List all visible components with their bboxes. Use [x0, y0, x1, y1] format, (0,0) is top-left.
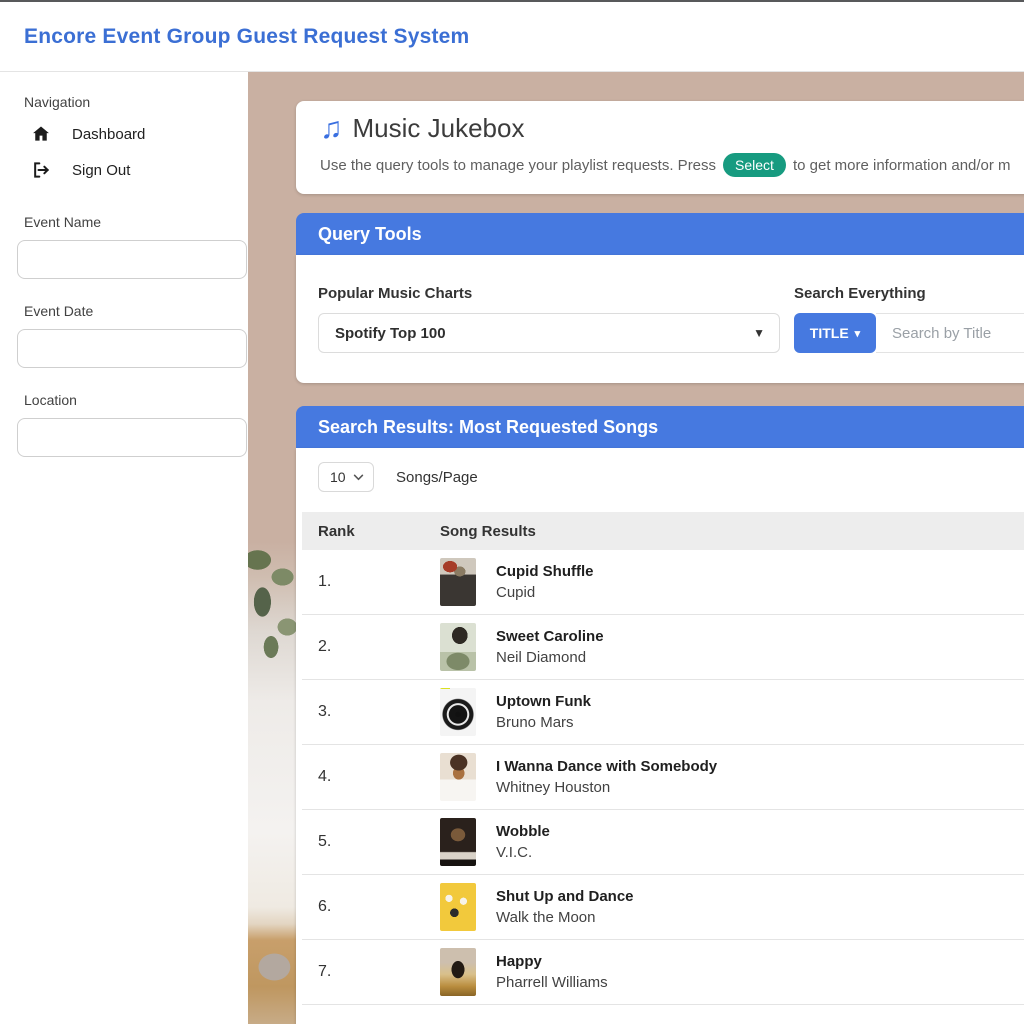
table-row[interactable]: 2. Sweet Caroline Neil Diamond [302, 615, 1024, 680]
song-title: Cupid Shuffle [496, 563, 594, 580]
app-header: Encore Event Group Guest Request System [0, 2, 1024, 72]
sidebar-item-dashboard[interactable]: Dashboard [0, 116, 248, 152]
search-results-section: Search Results: Most Requested Songs 10 … [296, 406, 1024, 1024]
main-content: ♫ Music Jukebox Use the query tools to m… [296, 72, 1024, 1024]
album-art [440, 558, 476, 606]
search-group: TITLE ▾ [794, 313, 1024, 353]
album-art [440, 818, 476, 866]
event-name-field[interactable] [17, 240, 247, 279]
page-size-suffix: Songs/Page [396, 469, 478, 486]
song-rank: 5. [302, 833, 440, 851]
song-title: Sweet Caroline [496, 628, 604, 645]
table-row[interactable]: 5. Wobble V.I.C. [302, 810, 1024, 875]
album-art [440, 623, 476, 671]
song-artist: Cupid [496, 584, 594, 601]
song-artist: Pharrell Williams [496, 974, 608, 991]
query-tools-body: Popular Music Charts Spotify Top 100 ▼ S… [296, 255, 1024, 383]
event-name-label: Event Name [24, 214, 248, 230]
song-title: Happy [496, 953, 608, 970]
location-label: Location [24, 392, 248, 408]
query-tools-header-label: Query Tools [318, 224, 422, 245]
album-art [440, 688, 476, 736]
table-row[interactable]: 6. Shut Up and Dance Walk the Moon [302, 875, 1024, 940]
song-artist: Walk the Moon [496, 909, 634, 926]
song-title: I Wanna Dance with Somebody [496, 758, 717, 775]
sidebar-item-sign-out[interactable]: Sign Out [0, 152, 248, 188]
caret-down-icon: ▾ [855, 327, 861, 340]
search-results-header: Search Results: Most Requested Songs [296, 406, 1024, 448]
page-size-select[interactable]: 10 [318, 462, 374, 492]
rank-column-header: Rank [302, 523, 440, 540]
page-title: Encore Event Group Guest Request System [24, 25, 469, 49]
songs-table-header: Rank Song Results [302, 512, 1024, 550]
table-row[interactable]: 1. Cupid Shuffle Cupid [302, 550, 1024, 615]
search-field-selector-button[interactable]: TITLE ▾ [794, 313, 876, 353]
song-rank: 7. [302, 963, 440, 981]
chevron-down-icon [353, 474, 364, 481]
table-row[interactable]: 7. Happy Pharrell Williams [302, 940, 1024, 1005]
search-field-selector-label: TITLE [810, 325, 849, 341]
search-results-body: 10 Songs/Page Rank Song Results 1. Cupid… [296, 448, 1024, 1024]
table-row[interactable]: 4. I Wanna Dance with Somebody Whitney H… [302, 745, 1024, 810]
song-artist: Neil Diamond [496, 649, 604, 666]
song-title: Shut Up and Dance [496, 888, 634, 905]
songs-table-rows: 1. Cupid Shuffle Cupid 2. Sweet Caroline… [302, 550, 1024, 1005]
jukebox-description: Use the query tools to manage your playl… [320, 153, 1024, 177]
sidebar-item-label: Dashboard [72, 126, 145, 143]
search-input[interactable] [876, 313, 1024, 353]
song-results-column-header: Song Results [440, 523, 536, 540]
navigation-heading: Navigation [24, 94, 248, 110]
caret-down-icon: ▼ [753, 326, 765, 340]
song-title: Wobble [496, 823, 550, 840]
song-artist: V.I.C. [496, 844, 550, 861]
page-size-value: 10 [330, 469, 346, 485]
query-tools-section: Query Tools Popular Music Charts Spotify… [296, 213, 1024, 383]
jukebox-description-after: to get more information and/or m [793, 157, 1011, 174]
album-art [440, 948, 476, 996]
event-date-label: Event Date [24, 303, 248, 319]
music-note-icon: ♫ [320, 114, 343, 144]
jukebox-card: ♫ Music Jukebox Use the query tools to m… [296, 101, 1024, 194]
jukebox-description-before: Use the query tools to manage your playl… [320, 157, 716, 174]
song-title: Uptown Funk [496, 693, 591, 710]
search-everything-label: Search Everything [794, 285, 1024, 302]
popular-charts-select[interactable]: Spotify Top 100 ▼ [318, 313, 780, 353]
background-photo-strip [248, 72, 296, 1024]
location-field[interactable] [17, 418, 247, 457]
song-artist: Whitney Houston [496, 779, 717, 796]
select-badge: Select [723, 153, 786, 177]
popular-charts-value: Spotify Top 100 [335, 325, 446, 342]
song-rank: 3. [302, 703, 440, 721]
sidebar-item-label: Sign Out [72, 162, 130, 179]
songs-table: Rank Song Results 1. Cupid Shuffle Cupid… [302, 512, 1024, 1005]
album-art [440, 883, 476, 931]
song-rank: 6. [302, 898, 440, 916]
event-date-field[interactable] [17, 329, 247, 368]
screen: Encore Event Group Guest Request System … [0, 0, 1024, 1024]
song-artist: Bruno Mars [496, 714, 591, 731]
song-rank: 2. [302, 638, 440, 656]
home-icon [30, 123, 52, 145]
jukebox-title: Music Jukebox [353, 113, 525, 144]
album-art [440, 753, 476, 801]
popular-charts-label: Popular Music Charts [318, 285, 780, 302]
search-results-header-label: Search Results: Most Requested Songs [318, 417, 658, 438]
query-tools-header: Query Tools [296, 213, 1024, 255]
window-top-edge [0, 0, 1024, 2]
table-row[interactable]: 3. Uptown Funk Bruno Mars [302, 680, 1024, 745]
song-rank: 4. [302, 768, 440, 786]
song-rank: 1. [302, 573, 440, 591]
sign-out-icon [30, 159, 52, 181]
sidebar: Navigation Dashboard Sign Out Event Name… [0, 72, 248, 1024]
